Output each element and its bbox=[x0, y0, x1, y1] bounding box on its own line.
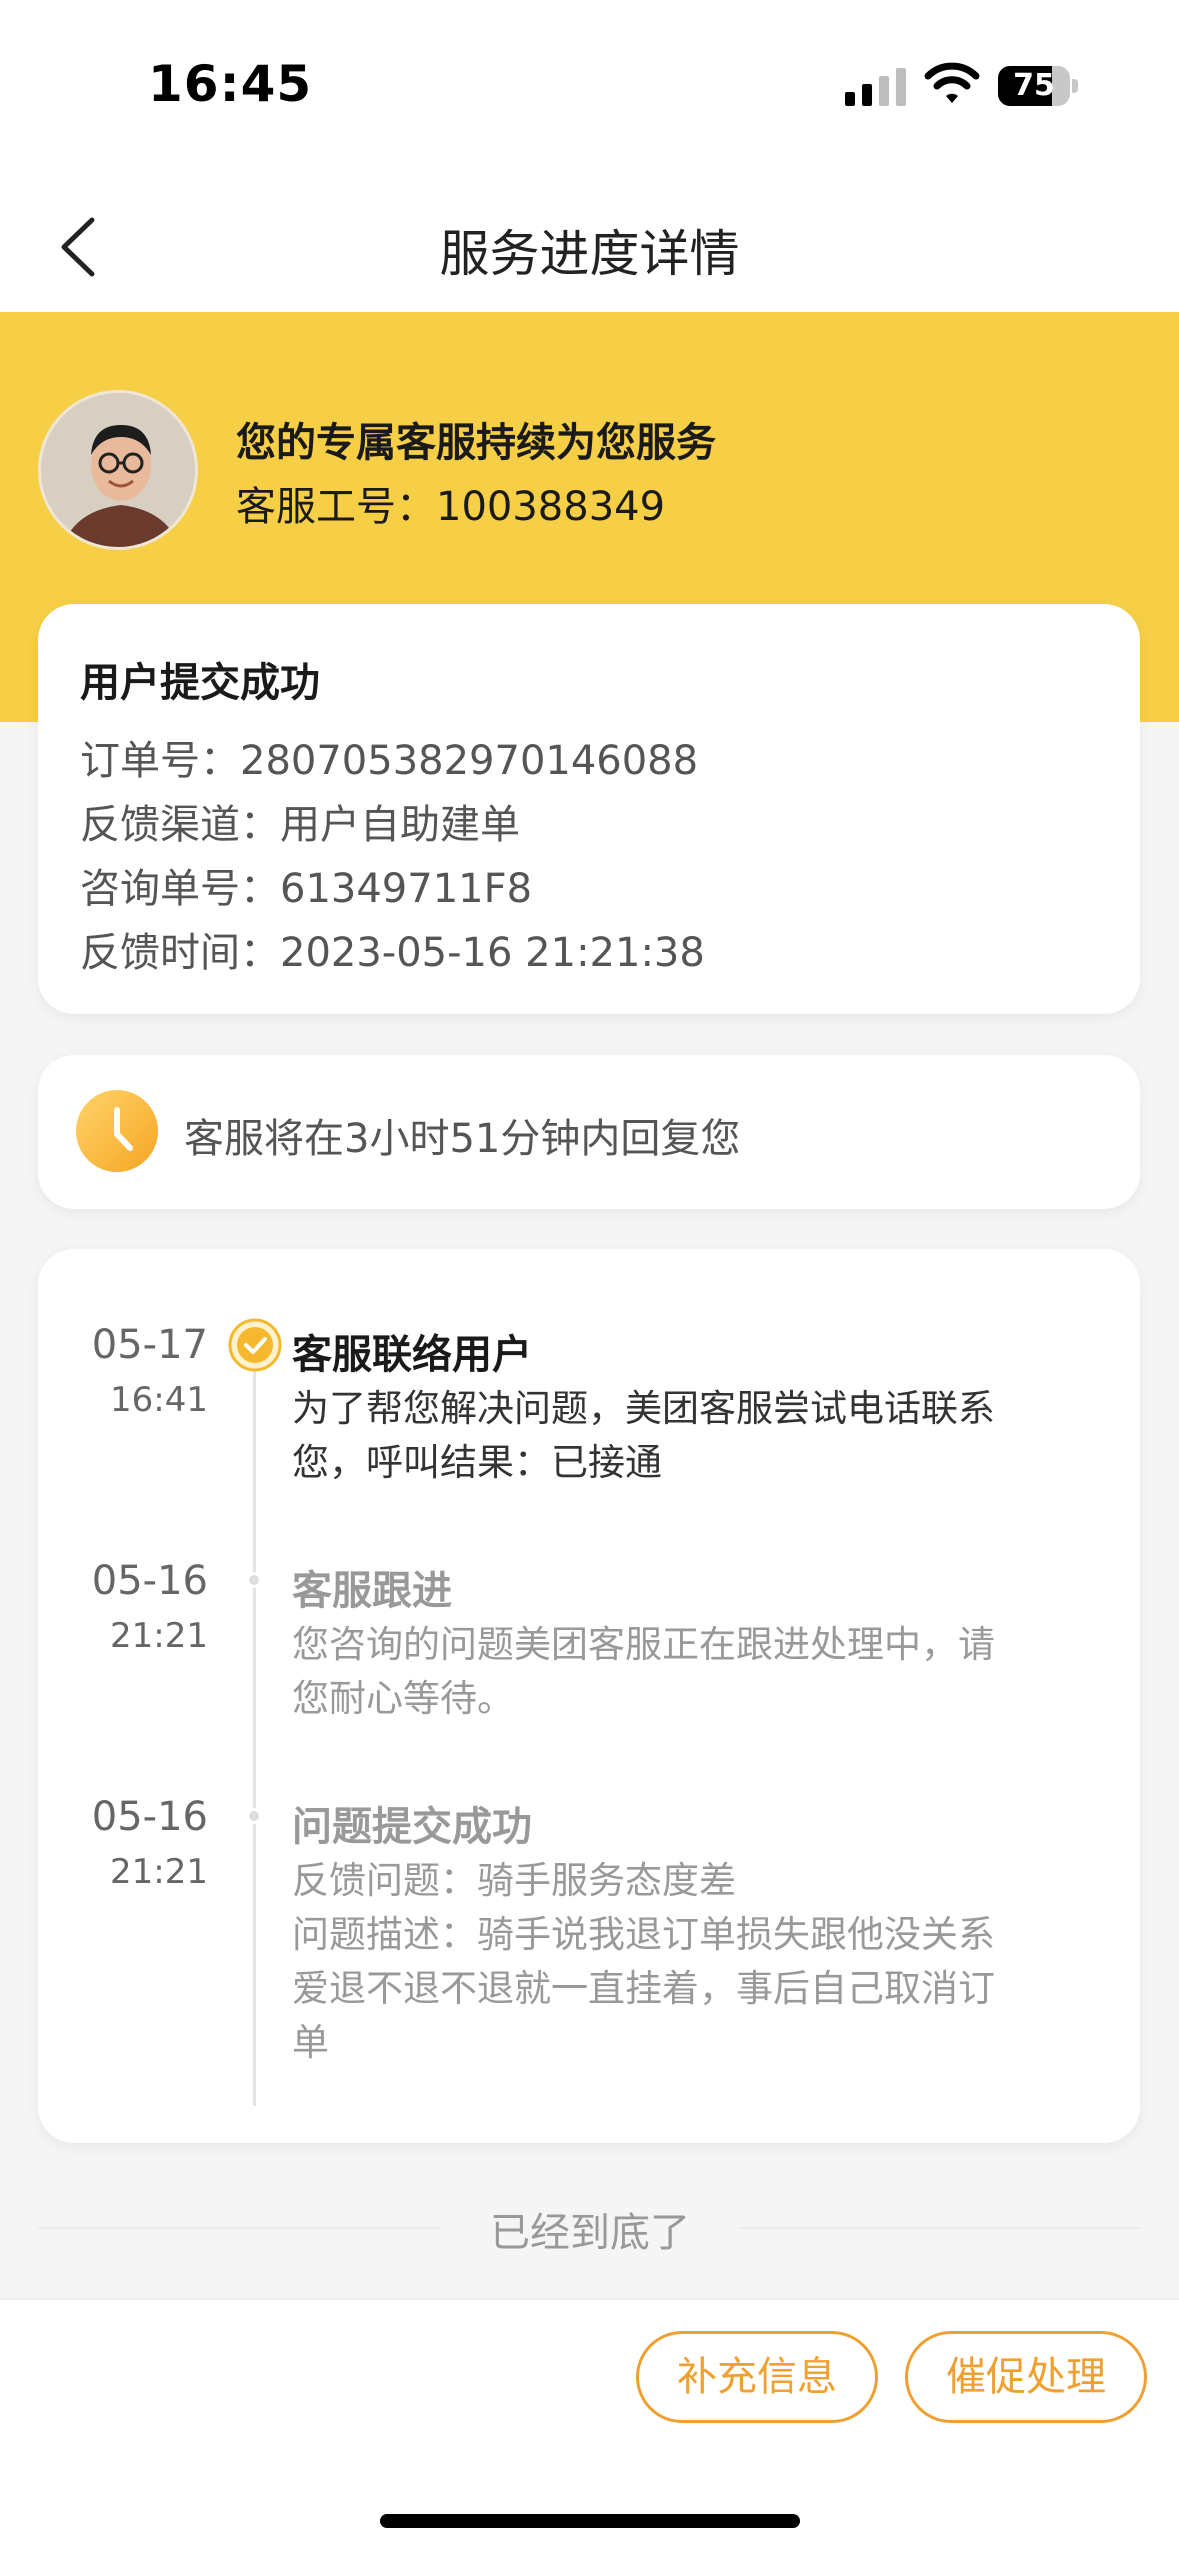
home-indicator[interactable] bbox=[380, 2514, 800, 2528]
check-circle-icon bbox=[228, 1318, 282, 1372]
timeline-dot bbox=[246, 1808, 262, 1824]
timeline-body-line: 您耐心等待。 bbox=[292, 1677, 514, 1720]
timeline-date: 05-16 bbox=[91, 1558, 208, 1604]
timeline-date: 05-16 bbox=[91, 1794, 208, 1840]
timeline-dot bbox=[246, 1572, 262, 1588]
timeline-body: 为了帮您解决问题，美团客服尝试电话联系 您，呼叫结果：已接通 bbox=[292, 1382, 1062, 1490]
urge-processing-button[interactable]: 催促处理 bbox=[905, 2331, 1147, 2423]
timeline-title: 客服联络用户 bbox=[292, 1332, 532, 1378]
consult-number: 咨询单号：61349711F8 bbox=[80, 866, 533, 912]
agent-avatar bbox=[38, 390, 198, 550]
timeline-body: 反馈问题：骑手服务态度差 问题描述：骑手说我退订单损失跟他没关系 爱退不退不退就… bbox=[292, 1854, 1062, 2070]
page-title: 服务进度详情 bbox=[439, 225, 740, 283]
timeline-time: 16:41 bbox=[110, 1380, 208, 1420]
timeline-body-line: 爱退不退不退就一直挂着，事后自己取消订 bbox=[292, 1967, 995, 2010]
timeline-body: 您咨询的问题美团客服正在跟进处理中，请 您耐心等待。 bbox=[292, 1618, 1062, 1726]
timeline-line bbox=[253, 1346, 256, 2106]
timeline-body-line: 为了帮您解决问题，美团客服尝试电话联系 bbox=[292, 1387, 995, 1430]
end-of-list-text: 已经到底了 bbox=[440, 2200, 740, 2260]
timeline-body-line: 反馈问题：骑手服务态度差 bbox=[292, 1859, 736, 1902]
wifi-icon bbox=[924, 62, 980, 103]
timeline-time: 21:21 bbox=[110, 1616, 208, 1656]
timeline-date: 05-17 bbox=[91, 1322, 208, 1368]
timeline-body-line: 单 bbox=[292, 2021, 329, 2064]
agent-service-title: 您的专属客服持续为您服务 bbox=[236, 420, 716, 466]
timeline-title: 问题提交成功 bbox=[292, 1804, 532, 1850]
cellular-signal-icon bbox=[845, 66, 907, 106]
timeline-title: 客服跟进 bbox=[292, 1568, 452, 1614]
battery-level: 75 bbox=[1013, 68, 1055, 103]
supplement-info-button[interactable]: 补充信息 bbox=[636, 2331, 878, 2423]
reply-notice-text: 客服将在3小时51分钟内回复您 bbox=[184, 1116, 741, 1162]
order-number: 订单号：2807053829701460​88 bbox=[80, 738, 699, 784]
agent-id: 客服工号：100388349 bbox=[236, 484, 666, 530]
feedback-time: 反馈时间：2023-05-16 21:21:38 bbox=[80, 930, 705, 976]
timeline-time: 21:21 bbox=[110, 1852, 208, 1892]
timeline-body-line: 问题描述：骑手说我退订单损失跟他没关系 bbox=[292, 1913, 995, 1956]
clock-icon bbox=[76, 1090, 158, 1172]
feedback-channel: 反馈渠道：用户自助建单 bbox=[80, 802, 520, 848]
timeline-body-line: 您，呼叫结果：已接通 bbox=[292, 1441, 662, 1484]
timeline-body-line: 您咨询的问题美团客服正在跟进处理中，请 bbox=[292, 1623, 995, 1666]
status-time: 16:45 bbox=[148, 55, 313, 113]
battery-icon: 75 bbox=[998, 66, 1078, 106]
submission-title: 用户提交成功 bbox=[80, 660, 320, 706]
